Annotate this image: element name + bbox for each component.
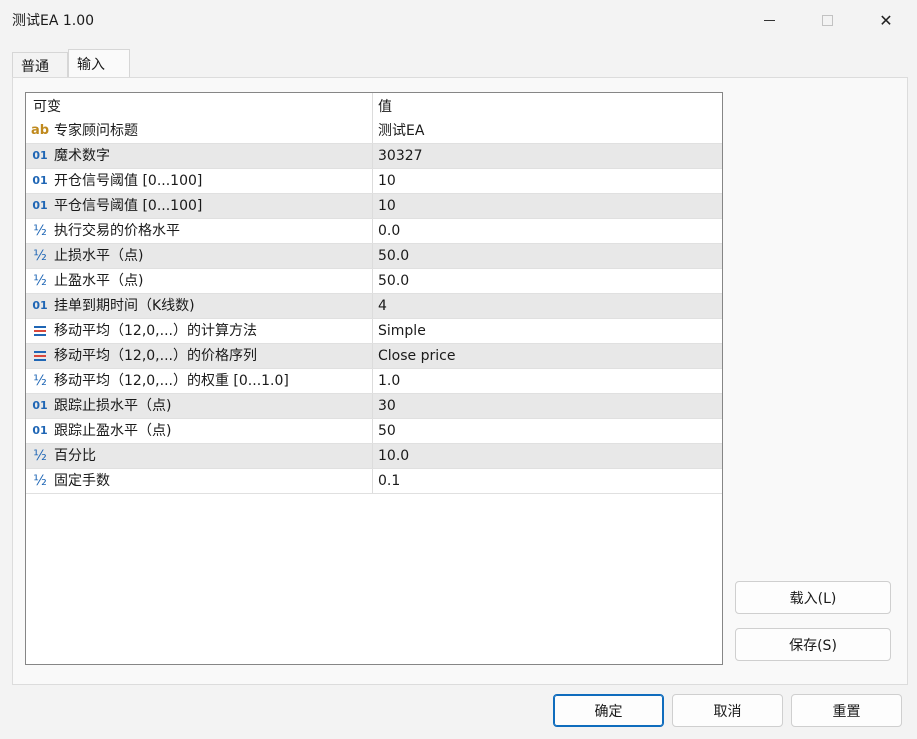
table-row[interactable]: 01 魔术数字 30327: [26, 144, 722, 169]
row-variable-cell[interactable]: 移动平均（12,0,...）的价格序列: [26, 344, 373, 368]
integer-type-icon: 01: [32, 174, 48, 187]
table-row[interactable]: ab 专家顾问标题 测试EA: [26, 119, 722, 144]
double-type-icon: ½: [33, 373, 47, 389]
window-title: 测试EA 1.00: [12, 13, 95, 29]
table-row[interactable]: ½ 固定手数 0.1: [26, 469, 722, 494]
row-variable-cell[interactable]: ½ 止损水平（点): [26, 244, 373, 268]
table-row[interactable]: 01 开仓信号阈值 [0...100] 10: [26, 169, 722, 194]
table-row[interactable]: ½ 百分比 10.0: [26, 444, 722, 469]
row-variable-cell[interactable]: ½ 移动平均（12,0,...）的权重 [0...1.0]: [26, 369, 373, 393]
table-row[interactable]: ½ 移动平均（12,0,...）的权重 [0...1.0] 1.0: [26, 369, 722, 394]
row-value-cell[interactable]: 10: [378, 169, 396, 193]
double-type-icon: ½: [33, 273, 47, 289]
row-variable-cell[interactable]: ½ 百分比: [26, 444, 373, 468]
row-value-cell[interactable]: 0.0: [378, 219, 400, 243]
integer-type-icon: 01: [32, 199, 48, 212]
header-value[interactable]: 值: [374, 93, 722, 119]
row-value-cell[interactable]: Close price: [378, 344, 455, 368]
row-variable-cell[interactable]: 移动平均（12,0,...）的计算方法: [26, 319, 373, 343]
row-value-cell[interactable]: 50.0: [378, 269, 409, 293]
row-variable-label: 魔术数字: [54, 148, 110, 164]
row-variable-cell[interactable]: 01 跟踪止盈水平（点): [26, 419, 373, 443]
enum-type-icon: [31, 323, 49, 339]
table-row[interactable]: ½ 执行交易的价格水平 0.0: [26, 219, 722, 244]
row-variable-cell[interactable]: 01 跟踪止损水平（点): [26, 394, 373, 418]
header-variable[interactable]: 可变: [26, 93, 373, 119]
load-button[interactable]: 载入(L): [735, 581, 891, 614]
row-variable-cell[interactable]: 01 魔术数字: [26, 144, 373, 168]
row-variable-cell[interactable]: 01 平仓信号阈值 [0...100]: [26, 194, 373, 218]
integer-type-icon: 01: [32, 299, 48, 312]
minimize-button[interactable]: [739, 0, 799, 40]
row-variable-label: 跟踪止损水平（点): [54, 398, 172, 414]
row-variable-cell[interactable]: 01 开仓信号阈值 [0...100]: [26, 169, 373, 193]
row-variable-label: 固定手数: [54, 473, 110, 489]
row-value-cell[interactable]: 50.0: [378, 244, 409, 268]
double-type-icon: ½: [33, 448, 47, 464]
row-variable-label: 开仓信号阈值 [0...100]: [54, 173, 203, 189]
maximize-icon: [821, 14, 833, 26]
double-type-icon: ½: [33, 248, 47, 264]
tab-common[interactable]: 普通: [12, 52, 68, 78]
row-variable-label: 执行交易的价格水平: [54, 223, 180, 239]
row-variable-label: 移动平均（12,0,...）的权重 [0...1.0]: [54, 373, 289, 389]
row-value-cell[interactable]: 50: [378, 419, 396, 443]
save-button[interactable]: 保存(S): [735, 628, 891, 661]
tab-common-label: 普通: [21, 58, 49, 75]
row-variable-cell[interactable]: 01 挂单到期时间（K线数): [26, 294, 373, 318]
row-variable-label: 跟踪止盈水平（点): [54, 423, 172, 439]
row-value-cell[interactable]: Simple: [378, 319, 426, 343]
table-row[interactable]: 01 平仓信号阈值 [0...100] 10: [26, 194, 722, 219]
reset-button[interactable]: 重置: [791, 694, 902, 727]
maximize-button[interactable]: [797, 0, 857, 40]
row-variable-label: 专家顾问标题: [54, 123, 138, 139]
table-row[interactable]: ½ 止盈水平（点) 50.0: [26, 269, 722, 294]
row-variable-label: 止盈水平（点): [54, 273, 144, 289]
row-value-cell[interactable]: 10: [378, 194, 396, 218]
string-type-icon: ab: [31, 123, 50, 138]
minimize-icon: [763, 19, 775, 21]
double-type-icon: ½: [33, 223, 47, 239]
table-row[interactable]: ½ 止损水平（点) 50.0: [26, 244, 722, 269]
row-variable-label: 平仓信号阈值 [0...100]: [54, 198, 203, 214]
row-variable-label: 百分比: [54, 448, 96, 464]
row-variable-cell[interactable]: ½ 止盈水平（点): [26, 269, 373, 293]
integer-type-icon: 01: [32, 424, 48, 437]
enum-type-icon: [31, 348, 49, 364]
row-value-cell[interactable]: 1.0: [378, 369, 400, 393]
row-variable-cell[interactable]: ½ 执行交易的价格水平: [26, 219, 373, 243]
table-row[interactable]: 移动平均（12,0,...）的价格序列 Close price: [26, 344, 722, 369]
integer-type-icon: 01: [32, 149, 48, 162]
table-row[interactable]: 01 跟踪止损水平（点) 30: [26, 394, 722, 419]
table-row[interactable]: 01 跟踪止盈水平（点) 50: [26, 419, 722, 444]
row-variable-label: 挂单到期时间（K线数): [54, 298, 195, 314]
row-variable-label: 移动平均（12,0,...）的价格序列: [54, 348, 257, 364]
close-button[interactable]: ✕: [856, 0, 916, 40]
integer-type-icon: 01: [32, 399, 48, 412]
table-row[interactable]: 01 挂单到期时间（K线数) 4: [26, 294, 722, 319]
row-variable-cell[interactable]: ½ 固定手数: [26, 469, 373, 493]
row-value-cell[interactable]: 30327: [378, 144, 423, 168]
ok-button[interactable]: 确定: [553, 694, 664, 727]
grid-header: 可变 值: [26, 93, 722, 119]
table-row[interactable]: 移动平均（12,0,...）的计算方法 Simple: [26, 319, 722, 344]
inputs-grid[interactable]: 可变 值 ab 专家顾问标题 测试EA 01 魔术数字 30327 01 开仓信号阈值 [0.…: [25, 92, 723, 665]
row-variable-label: 止损水平（点): [54, 248, 144, 264]
tab-inputs[interactable]: 输入: [68, 49, 130, 78]
row-value-cell[interactable]: 测试EA: [378, 119, 424, 143]
title-bar: 测试EA 1.00 ✕: [0, 0, 917, 40]
row-value-cell[interactable]: 30: [378, 394, 396, 418]
close-icon: ✕: [879, 10, 893, 30]
row-value-cell[interactable]: 0.1: [378, 469, 400, 493]
row-variable-cell[interactable]: ab 专家顾问标题: [26, 119, 373, 143]
row-variable-label: 移动平均（12,0,...）的计算方法: [54, 323, 257, 339]
cancel-button[interactable]: 取消: [672, 694, 783, 727]
row-value-cell[interactable]: 4: [378, 294, 387, 318]
tab-inputs-label: 输入: [77, 57, 105, 73]
double-type-icon: ½: [33, 473, 47, 489]
row-value-cell[interactable]: 10.0: [378, 444, 409, 468]
